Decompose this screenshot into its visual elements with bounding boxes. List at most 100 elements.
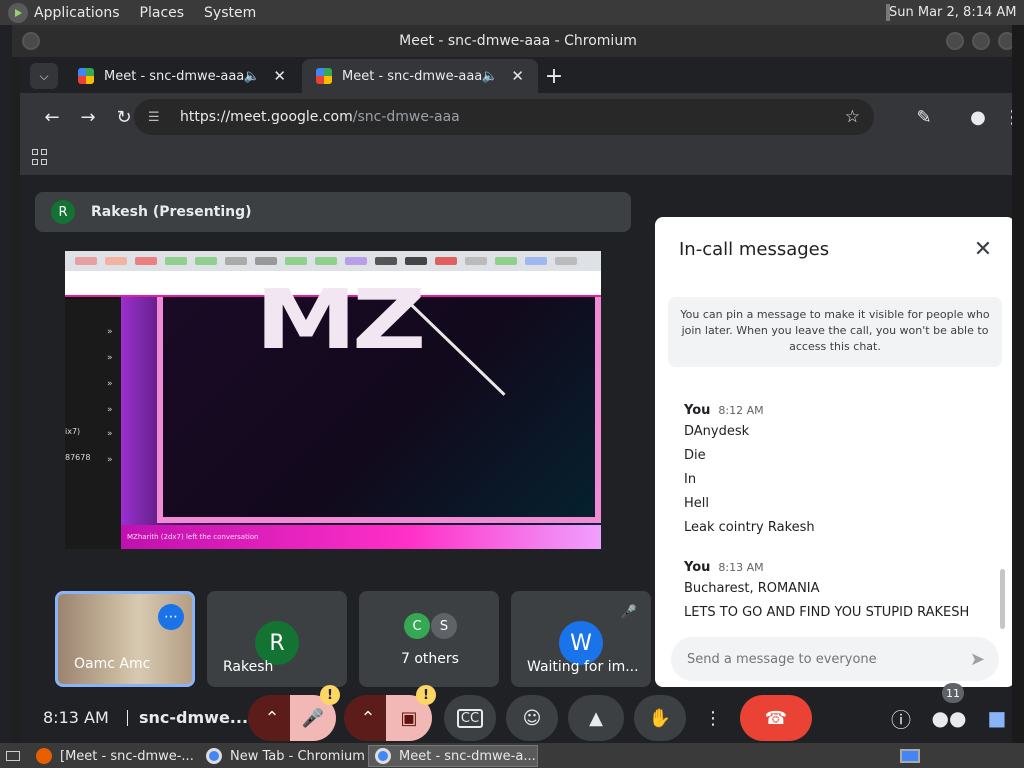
taskbar-item[interactable]: Meet - snc-dmwe-a... bbox=[368, 745, 538, 767]
menu-applications[interactable]: Applications bbox=[34, 5, 120, 21]
tile-label: Oamc Amc bbox=[74, 656, 151, 672]
meeting-info-icon[interactable]: ⓘ bbox=[886, 703, 916, 733]
address-bar[interactable]: ☰ https://meet.google.com/snc-dmwe-aaa ☆ bbox=[134, 99, 874, 135]
maximize-button[interactable] bbox=[972, 32, 990, 50]
video-options-button[interactable]: ⌃ bbox=[344, 695, 392, 741]
presenter-name: Rakesh (Presenting) bbox=[91, 204, 252, 220]
shared-browser-tabs bbox=[65, 251, 601, 271]
mic-off-icon: 🎤 bbox=[301, 707, 325, 729]
browser-toolbar: ← → ↻ ☰ https://meet.google.com/snc-dmwe… bbox=[20, 93, 1024, 141]
chat-header: In-call messages bbox=[679, 239, 830, 260]
more-options-icon[interactable]: ⋯ bbox=[158, 604, 184, 630]
captions-icon: CC bbox=[456, 708, 484, 728]
presenter-bar: R Rakesh (Presenting) bbox=[35, 192, 631, 232]
meet-page: R Rakesh (Presenting) » » » » ix7) » 876… bbox=[20, 175, 1024, 743]
menu-system[interactable]: System bbox=[204, 5, 256, 21]
speaker-icon[interactable]: 🔈 bbox=[482, 69, 498, 84]
apps-grid-icon[interactable] bbox=[32, 149, 48, 165]
bookmarks-bar bbox=[20, 141, 1024, 175]
present-button[interactable]: ▲ bbox=[568, 695, 624, 741]
tab-meet-2[interactable]: Meet - snc-dmwe-aaa 🔈 ✕ bbox=[302, 59, 538, 93]
url-text[interactable]: https://meet.google.com/snc-dmwe-aaa bbox=[180, 109, 460, 125]
chat-message: Die bbox=[684, 448, 706, 463]
chat-message: Bucharest, ROMANIA bbox=[684, 581, 820, 596]
tile-rakesh[interactable]: R Rakesh bbox=[207, 591, 347, 687]
leave-call-button[interactable]: ☎ bbox=[740, 695, 812, 741]
send-icon[interactable]: ➤ bbox=[970, 649, 985, 670]
meeting-code[interactable]: snc-dmwe... bbox=[139, 708, 248, 727]
chat-message: Hell bbox=[684, 496, 709, 511]
desktop-edge bbox=[1012, 25, 1024, 743]
participant-avatar: S bbox=[431, 613, 457, 639]
chevron-up-icon: ⌃ bbox=[264, 707, 280, 729]
reload-icon[interactable]: ↻ bbox=[112, 105, 136, 129]
mic-warning-icon: ! bbox=[320, 685, 340, 705]
people-count-badge: 11 bbox=[942, 683, 964, 703]
tile-label: Waiting for im... bbox=[527, 659, 639, 675]
profile-icon[interactable]: ● bbox=[966, 105, 990, 129]
tab-close-icon[interactable]: ✕ bbox=[273, 67, 286, 85]
self-tile[interactable]: ⋯ Oamc Amc bbox=[55, 591, 195, 687]
workspace-icon bbox=[900, 749, 920, 763]
more-vert-icon: ⋮ bbox=[704, 707, 722, 729]
forward-arrow-icon[interactable]: → bbox=[76, 105, 100, 129]
desktop-icon bbox=[6, 751, 20, 761]
back-arrow-icon[interactable]: ← bbox=[40, 105, 64, 129]
chat-icon[interactable]: ■ bbox=[982, 703, 1012, 733]
chat-pin-note: You can pin a message to make it visible… bbox=[668, 297, 1002, 367]
chat-message: LETS TO GO AND FIND YOU STUPID RAKESH bbox=[684, 605, 970, 620]
taskbar: [Meet - snc-dmwe-... New Tab - Chromium … bbox=[0, 743, 1024, 768]
new-tab-button[interactable]: + bbox=[540, 59, 568, 93]
google-meet-icon bbox=[316, 68, 332, 84]
panel-clock[interactable]: Sun Mar 2, 8:14 AM bbox=[889, 5, 1024, 20]
shared-logo-text: MZ bbox=[255, 273, 426, 368]
close-icon[interactable]: ✕ bbox=[969, 235, 997, 263]
emoji-icon: ☺ bbox=[522, 707, 542, 729]
chat-message: In bbox=[684, 472, 697, 487]
audio-options-button[interactable]: ⌃ bbox=[248, 695, 296, 741]
workspace-switcher[interactable] bbox=[894, 745, 924, 767]
tab-title: Meet - snc-dmwe-aaa bbox=[342, 68, 483, 84]
controls-separator bbox=[127, 710, 128, 726]
chromium-window: Meet - snc-dmwe-aaa - Chromium ⌵ Meet - … bbox=[12, 25, 1024, 743]
reactions-button[interactable]: ☺ bbox=[506, 695, 558, 741]
hand-icon: ✋ bbox=[648, 707, 672, 729]
tile-label: 7 others bbox=[401, 651, 459, 667]
show-desktop-button[interactable] bbox=[0, 745, 24, 767]
menu-places[interactable]: Places bbox=[140, 5, 185, 21]
message-group: You 8:12 AM DAnydesk Die In Hell Leak coi… bbox=[684, 399, 994, 540]
tab-meet-1[interactable]: Meet - snc-dmwe-aaa 🔈 ✕ bbox=[64, 59, 300, 93]
chromium-icon bbox=[206, 748, 222, 764]
window-titlebar[interactable]: Meet - snc-dmwe-aaa - Chromium bbox=[12, 25, 1024, 57]
tab-title: Meet - snc-dmwe-aaa bbox=[104, 68, 245, 84]
meeting-controls: 8:13 AM snc-dmwe... ⌃ 🎤 ! ⌃ ▣ ! CC ☺ ▲ ✋… bbox=[20, 683, 1024, 743]
tab-search-button[interactable]: ⌵ bbox=[30, 63, 58, 89]
tab-close-icon[interactable]: ✕ bbox=[511, 67, 524, 85]
chat-message-input[interactable] bbox=[687, 651, 947, 667]
speaker-icon[interactable]: 🔈 bbox=[244, 69, 260, 84]
taskbar-item[interactable]: [Meet - snc-dmwe-... bbox=[30, 745, 198, 767]
message-group: You 8:13 AM Bucharest, ROMANIA LETS TO GO… bbox=[684, 556, 994, 625]
window-title: Meet - snc-dmwe-aaa - Chromium bbox=[399, 33, 637, 49]
chat-composer: ➤ bbox=[671, 637, 999, 681]
taskbar-item[interactable]: New Tab - Chromium bbox=[200, 745, 366, 767]
minimize-button[interactable] bbox=[946, 32, 964, 50]
captions-button[interactable]: CC bbox=[444, 695, 496, 741]
chat-scrollbar[interactable] bbox=[1000, 569, 1005, 629]
participant-avatar: C bbox=[404, 613, 430, 639]
chat-message: Leak cointry Rakesh bbox=[684, 520, 815, 535]
window-menu-button[interactable] bbox=[22, 32, 40, 50]
tile-waiting[interactable]: 🎤 W Waiting for im... bbox=[511, 591, 651, 687]
camera-warning-icon: ! bbox=[416, 685, 436, 705]
gnome-logo-icon[interactable] bbox=[8, 2, 28, 23]
bookmark-star-icon[interactable]: ☆ bbox=[845, 107, 860, 127]
extensions-icon[interactable]: ✎ bbox=[912, 105, 936, 129]
raise-hand-button[interactable]: ✋ bbox=[634, 695, 686, 741]
people-icon[interactable]: ●● bbox=[932, 703, 967, 733]
site-info-icon[interactable]: ☰ bbox=[148, 110, 168, 125]
chromium-icon bbox=[375, 748, 391, 764]
more-options-button[interactable]: ⋮ bbox=[696, 695, 730, 741]
chevron-down-icon: ⌵ bbox=[39, 68, 49, 83]
tile-others[interactable]: C S 7 others bbox=[359, 591, 499, 687]
tab-strip: ⌵ Meet - snc-dmwe-aaa 🔈 ✕ Meet - snc-dmw… bbox=[20, 57, 1024, 93]
